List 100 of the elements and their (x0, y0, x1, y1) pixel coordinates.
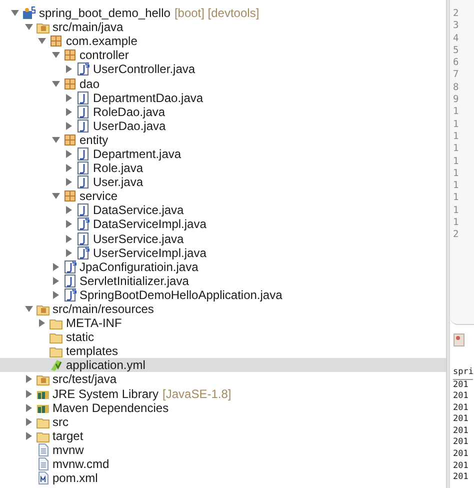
tree-item[interactable]: controller (0, 48, 446, 62)
tree-item[interactable]: JpaConfiguratioin.java (0, 260, 446, 274)
tree-item[interactable]: pom.xml (0, 471, 446, 486)
item-label: service (80, 189, 118, 204)
tree-item[interactable]: com.example (0, 34, 446, 48)
file-icon (36, 442, 50, 457)
item-label: DataService.java (93, 203, 184, 218)
expand-arrow-icon[interactable] (24, 430, 34, 441)
java-icon (76, 175, 90, 190)
expand-arrow-icon[interactable] (64, 120, 74, 131)
tree-item[interactable]: service (0, 189, 446, 204)
item-decoration: [JavaSE-1.8] (162, 386, 232, 401)
collapse-arrow-icon[interactable] (37, 36, 47, 46)
java-icon (76, 203, 90, 218)
tree-item[interactable]: Maven Dependencies (0, 400, 446, 415)
expand-arrow-icon[interactable] (37, 318, 47, 328)
collapse-arrow-icon[interactable] (10, 8, 20, 18)
tree-item[interactable]: src/main/java (0, 20, 446, 34)
line-number: 2 (453, 8, 460, 20)
spring-java-icon (62, 288, 76, 302)
tree-item[interactable]: UserService.java (0, 232, 446, 246)
tree-item[interactable]: Role.java (0, 161, 446, 176)
item-label: JpaConfiguratioin.java (80, 260, 198, 274)
expand-arrow-icon[interactable] (64, 106, 74, 117)
tree-item[interactable]: entity (0, 132, 446, 147)
tree-item[interactable]: UserController.java (0, 62, 446, 76)
item-label: src/test/java (52, 372, 117, 386)
tree-item[interactable]: Department.java (0, 146, 446, 162)
expand-arrow-icon[interactable] (24, 388, 34, 399)
expand-arrow-icon[interactable] (24, 416, 34, 427)
expand-arrow-icon[interactable] (64, 177, 74, 188)
console-line: 201 (453, 414, 470, 426)
line-number: 1 (453, 192, 460, 205)
tree-item[interactable]: mvnw.cmd (0, 457, 446, 472)
tree-item[interactable]: mvnw (0, 442, 446, 457)
package-icon (62, 76, 76, 91)
item-label: src/main/java (52, 20, 124, 34)
expand-arrow-icon[interactable] (64, 64, 74, 74)
tree-item[interactable]: UserDao.java (0, 118, 446, 133)
tree-item[interactable]: META-INF (0, 316, 446, 330)
item-label: Role.java (93, 161, 144, 176)
line-number: 1 (453, 168, 460, 180)
item-label: entity (80, 132, 108, 147)
line-number: 1 (453, 217, 460, 230)
expand-arrow-icon[interactable] (64, 248, 74, 258)
line-number: 6 (453, 57, 460, 70)
item-label: JRE System Library (52, 386, 159, 401)
line-number: 9 (453, 94, 460, 106)
line-number: 1 (453, 130, 460, 144)
line-number: 8 (453, 82, 460, 94)
tree-item[interactable]: DataService.java (0, 203, 446, 218)
tree-item[interactable]: RoleDao.java (0, 104, 446, 119)
tree-item[interactable]: application.yml (0, 358, 446, 372)
expand-arrow-icon[interactable] (50, 290, 60, 300)
collapse-arrow-icon[interactable] (50, 50, 60, 60)
expand-arrow-icon[interactable] (64, 234, 74, 244)
tree-item[interactable]: DataServiceImpl.java (0, 217, 446, 232)
tree-item[interactable]: DepartmentDao.java (0, 90, 446, 105)
tree-item[interactable]: target (0, 428, 446, 443)
collapse-arrow-icon[interactable] (24, 22, 34, 32)
expand-arrow-icon[interactable] (50, 262, 60, 272)
tree-item[interactable]: User.java (0, 175, 446, 190)
expand-arrow-icon[interactable] (64, 148, 74, 159)
expand-arrow-icon[interactable] (64, 163, 74, 174)
java-icon (76, 146, 90, 161)
line-number: 5 (453, 44, 460, 58)
collapse-arrow-icon[interactable] (24, 304, 34, 314)
collapse-arrow-icon[interactable] (50, 134, 60, 145)
expand-arrow-icon[interactable] (64, 92, 74, 103)
tree-item[interactable]: UserServiceImpl.java (0, 246, 446, 260)
item-label: dao (80, 76, 100, 91)
collapse-arrow-icon[interactable] (50, 78, 60, 89)
tree-item[interactable]: dao (0, 76, 446, 91)
item-label: UserService.java (93, 232, 184, 246)
project-icon (22, 6, 36, 20)
collapse-arrow-icon[interactable] (50, 191, 60, 202)
java-icon (76, 104, 90, 119)
tree-item[interactable]: templates (0, 344, 446, 358)
console-line: 201 (453, 460, 470, 472)
expand-arrow-icon[interactable] (24, 402, 34, 413)
item-label: Maven Dependencies (52, 400, 169, 415)
console-line: 201 (453, 391, 470, 403)
tree-item[interactable]: SpringBootDemoHelloApplication.java (0, 288, 446, 302)
console-line: 201 (453, 437, 470, 450)
tree-item[interactable]: src/main/resources (0, 302, 446, 316)
tree-item[interactable]: src (0, 414, 446, 429)
item-label: UserServiceImpl.java (93, 246, 206, 260)
tree-item[interactable]: ServletInitializer.java (0, 274, 446, 288)
tree-item[interactable]: static (0, 330, 446, 344)
item-label: pom.xml (52, 471, 98, 486)
expand-arrow-icon[interactable] (64, 219, 74, 230)
tree-item[interactable]: spring_boot_demo_hello [boot] [devtools] (0, 6, 446, 20)
file-icon (36, 457, 50, 472)
item-label: application.yml (66, 358, 146, 372)
tree-item[interactable]: JRE System Library [JavaSE-1.8] (0, 386, 446, 401)
tree-item[interactable]: src/test/java (0, 372, 446, 387)
item-label: com.example (66, 34, 138, 48)
expand-arrow-icon[interactable] (24, 374, 34, 384)
expand-arrow-icon[interactable] (64, 205, 74, 216)
expand-arrow-icon[interactable] (50, 276, 60, 286)
